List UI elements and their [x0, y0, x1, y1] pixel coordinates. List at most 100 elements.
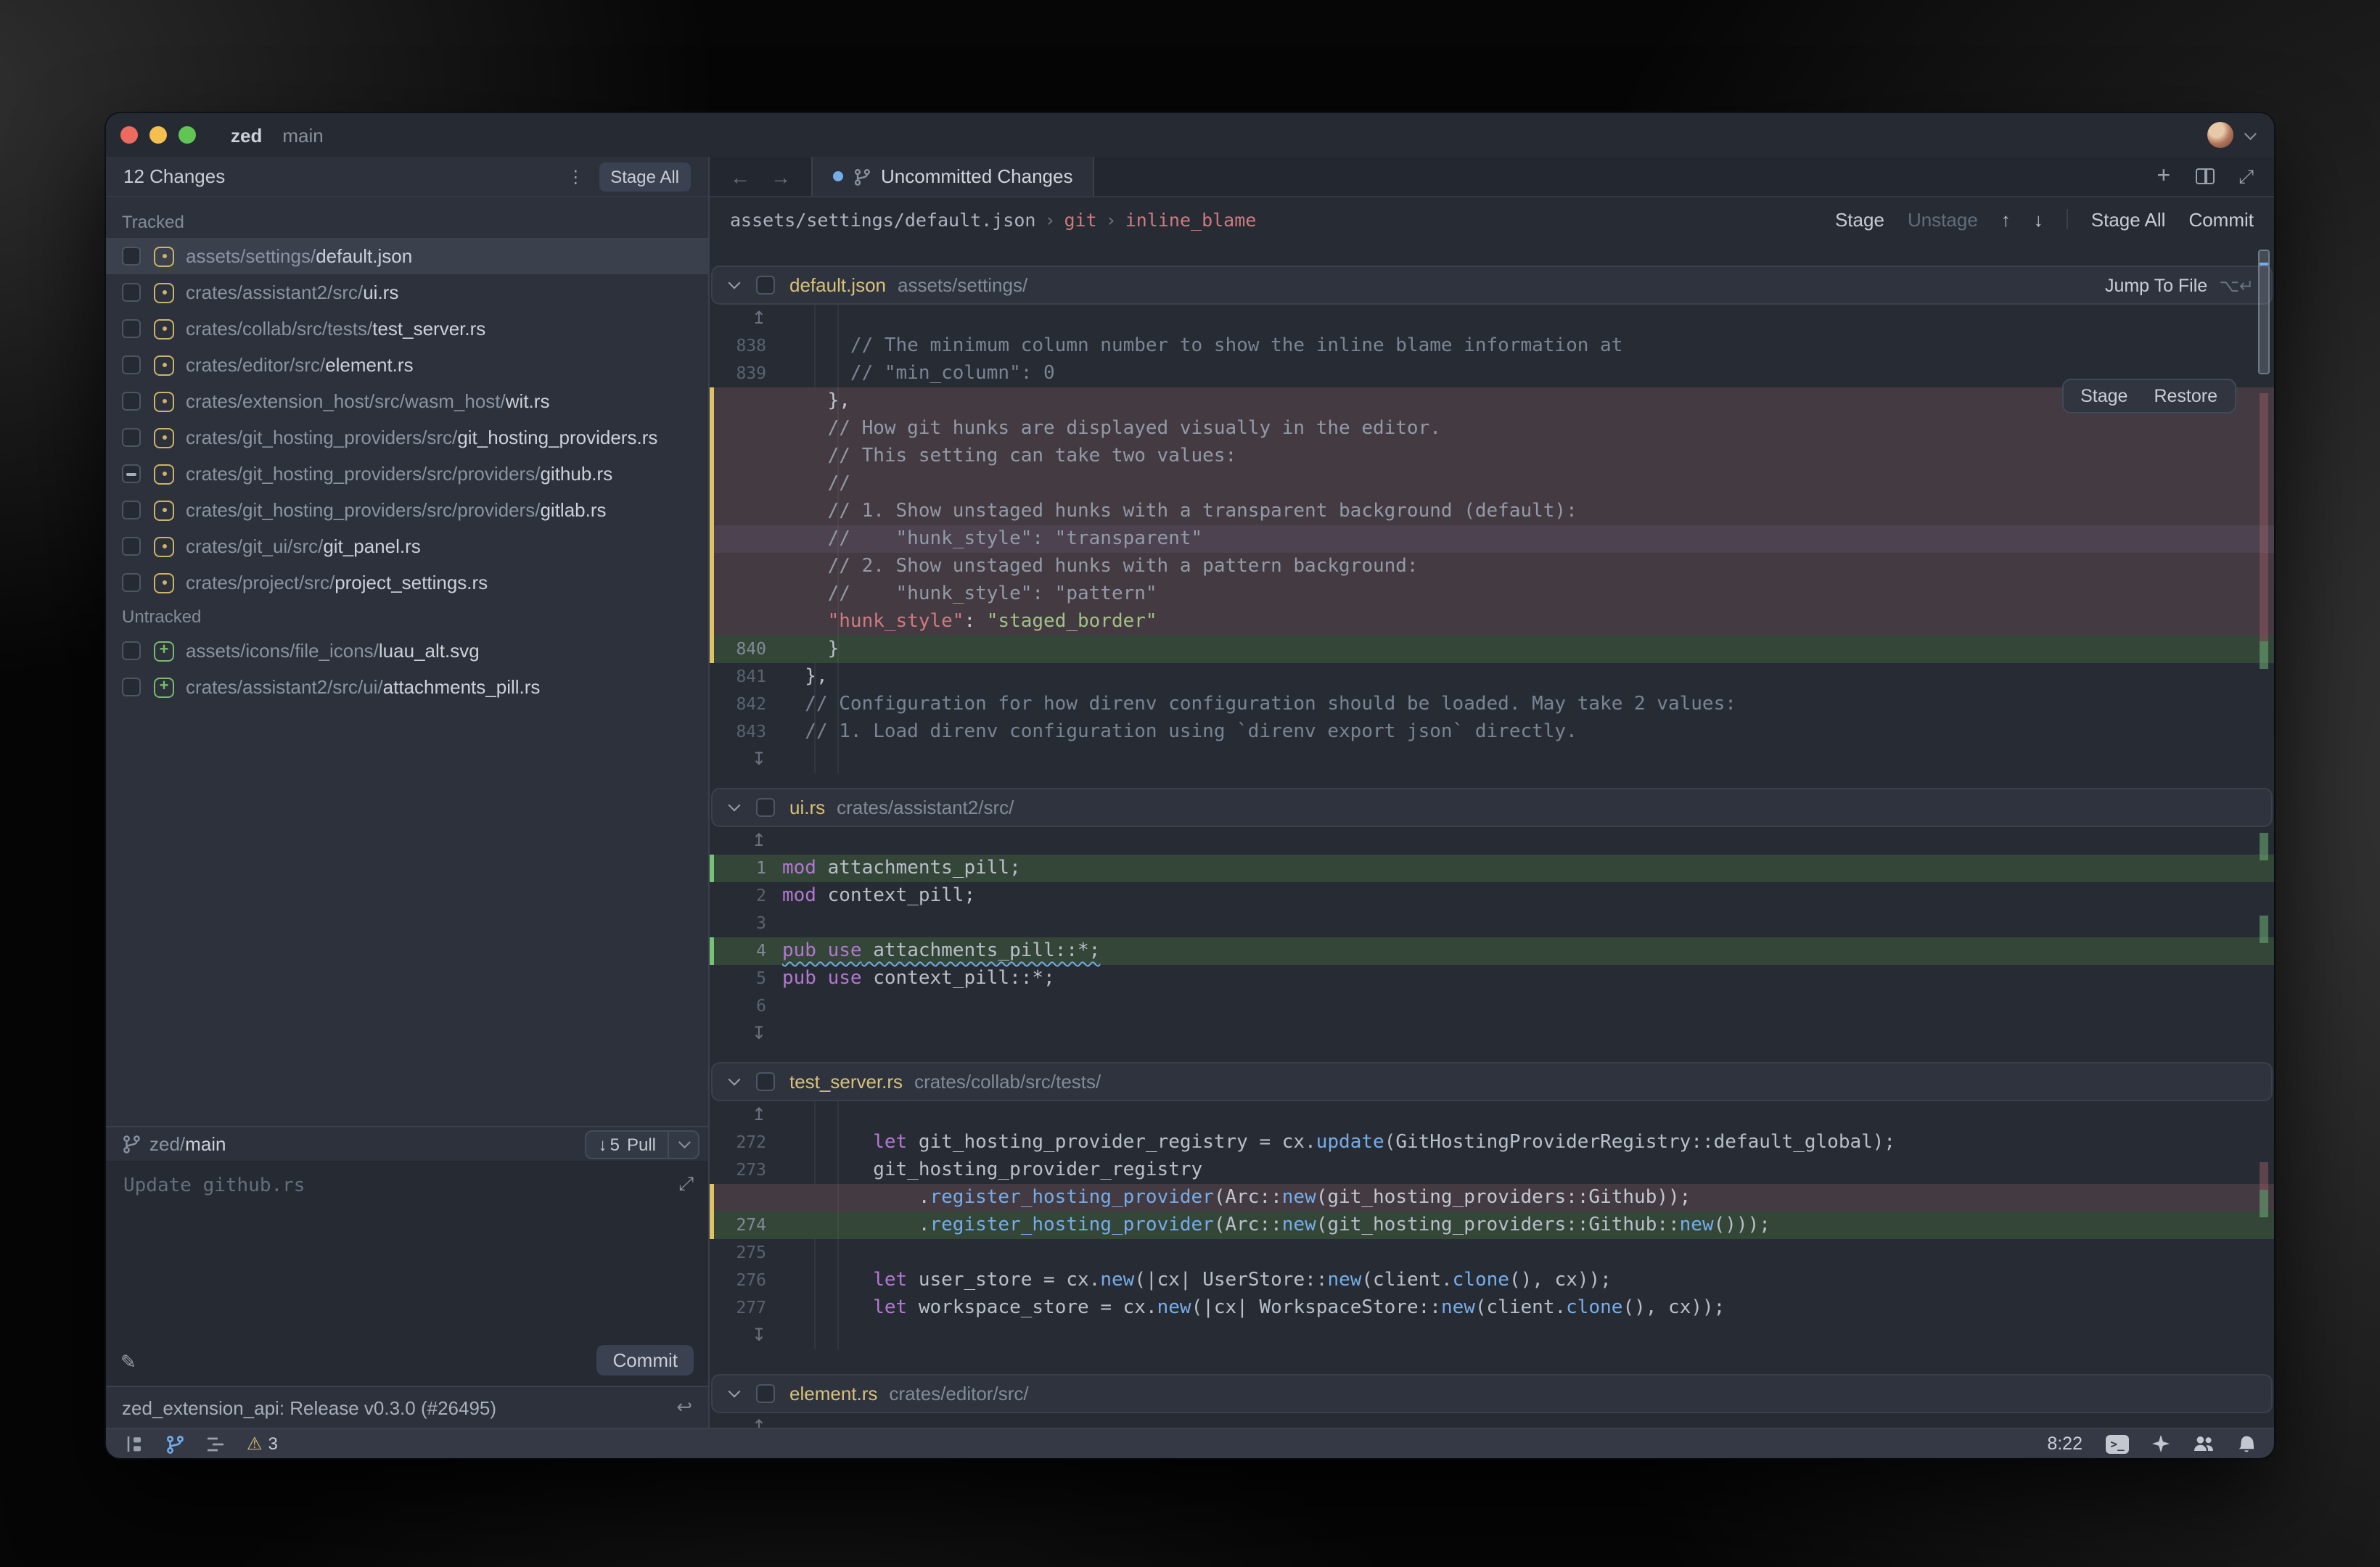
stage-button[interactable]: Stage	[1835, 208, 1884, 230]
file-row[interactable]: crates/extension_host/src/wasm_host/wit.…	[106, 383, 708, 419]
file-row[interactable]: crates/assistant2/src/ui.rs	[106, 274, 708, 310]
repo-name[interactable]: zed/	[149, 1133, 185, 1155]
navigate-back-icon[interactable]: ←	[730, 165, 750, 188]
minimize-window-button[interactable]	[149, 126, 167, 144]
unstage-button[interactable]: Unstage	[1908, 208, 1978, 230]
tab-uncommitted-changes[interactable]: Uncommitted Changes	[811, 157, 1094, 196]
chevron-down-icon[interactable]	[729, 277, 741, 289]
branch-name[interactable]: main	[185, 1133, 226, 1155]
assistant-sparkle-icon[interactable]	[2152, 1435, 2170, 1452]
expand-commit-editor-icon[interactable]: ⤢	[678, 1172, 694, 1196]
commit-button[interactable]: Commit	[596, 1345, 694, 1375]
file-checkbox[interactable]	[756, 1384, 775, 1403]
code-line[interactable]: //	[710, 470, 2274, 498]
expand-hunk-button[interactable]: ↥	[710, 827, 2274, 855]
file-row[interactable]: crates/git_hosting_providers/src/git_hos…	[106, 419, 708, 456]
prev-hunk-icon[interactable]: ↑	[2001, 208, 2011, 230]
code-line[interactable]: 5pub use context_pill::*;	[710, 965, 2274, 992]
chevron-down-icon[interactable]	[2244, 128, 2257, 140]
git-panel-toggle-icon[interactable]	[165, 1434, 184, 1453]
diagnostics-indicator[interactable]: ⚠ 3	[247, 1434, 278, 1454]
diff-file-header[interactable]: element.rs crates/editor/src/	[711, 1374, 2273, 1413]
toolbar-commit-button[interactable]: Commit	[2188, 208, 2254, 230]
code-line[interactable]: 6	[710, 992, 2274, 1020]
code-line[interactable]: 2mod context_pill;	[710, 882, 2274, 910]
code-line[interactable]: // 2. Show unstaged hunks with a pattern…	[710, 553, 2274, 580]
project-name[interactable]: zed	[231, 124, 262, 146]
more-menu-icon[interactable]: ⋮	[567, 166, 584, 186]
file-row[interactable]: crates/git_ui/src/git_panel.rs	[106, 528, 708, 564]
file-checkbox[interactable]	[122, 392, 141, 411]
collaboration-icon[interactable]	[2193, 1435, 2215, 1452]
code-line[interactable]: 275	[710, 1239, 2274, 1267]
file-checkbox[interactable]	[122, 464, 141, 483]
code-line[interactable]: "hunk_style": "staged_border"	[710, 608, 2274, 636]
file-row[interactable]: +crates/assistant2/src/ui/attachments_pi…	[106, 669, 708, 705]
code-line[interactable]: 274 .register_hosting_provider(Arc::new(…	[710, 1212, 2274, 1239]
expand-hunk-button[interactable]: ↧	[710, 1020, 2274, 1048]
file-row[interactable]: crates/collab/src/tests/test_server.rs	[106, 310, 708, 347]
code-line[interactable]: 277 let workspace_store = cx.new(|cx| Wo…	[710, 1294, 2274, 1322]
file-checkbox[interactable]	[756, 798, 775, 817]
file-checkbox[interactable]	[122, 537, 141, 556]
new-tab-icon[interactable]: +	[2157, 165, 2171, 188]
titlebar-branch-name[interactable]: main	[282, 124, 323, 146]
expand-hunk-button[interactable]: ↧	[710, 1322, 2274, 1349]
code-line[interactable]: 272 let git_hosting_provider_registry = …	[710, 1129, 2274, 1156]
toolbar-stage-all-button[interactable]: Stage All	[2091, 208, 2166, 230]
previous-commit-message[interactable]: zed_extension_api: Release v0.3.0 (#2649…	[122, 1397, 496, 1418]
file-checkbox[interactable]	[122, 247, 141, 266]
code-line[interactable]: 838 // The minimum column number to show…	[710, 332, 2274, 360]
file-row[interactable]: +assets/icons/file_icons/luau_alt.svg	[106, 633, 708, 669]
code-line[interactable]: 839 // "min_column": 0	[710, 360, 2274, 387]
code-line[interactable]: 841 },	[710, 663, 2274, 691]
diff-file-header[interactable]: ui.rs crates/assistant2/src/	[711, 788, 2273, 827]
generate-commit-message-icon[interactable]: ✎	[120, 1351, 136, 1374]
code-line[interactable]: },	[710, 387, 2274, 415]
panel-stage-all-button[interactable]: Stage All	[599, 162, 691, 191]
file-checkbox[interactable]	[122, 641, 141, 660]
diff-editor[interactable]: default.json assets/settings/ Jump To Fi…	[710, 241, 2274, 1428]
hunk-restore-button[interactable]: Restore	[2154, 386, 2217, 406]
project-panel-icon[interactable]	[125, 1434, 144, 1453]
split-pane-icon[interactable]	[2195, 168, 2214, 184]
scrollbar-thumb[interactable]	[2258, 250, 2270, 374]
code-line[interactable]: 3	[710, 910, 2274, 937]
zoom-window-button[interactable]	[178, 126, 196, 144]
code-line[interactable]: // How git hunks are displayed visually …	[710, 415, 2274, 443]
bell-icon[interactable]	[2238, 1434, 2255, 1453]
expand-hunk-button[interactable]: ↥	[710, 1413, 2274, 1428]
chevron-down-icon[interactable]	[669, 1141, 698, 1147]
scrollbar[interactable]	[2258, 247, 2270, 1422]
file-checkbox[interactable]	[756, 1072, 775, 1091]
file-row[interactable]: crates/project/src/project_settings.rs	[106, 564, 708, 601]
code-line[interactable]: 4pub use attachments_pill::*;	[710, 937, 2274, 965]
diff-file-header[interactable]: test_server.rs crates/collab/src/tests/	[711, 1062, 2273, 1101]
code-line[interactable]: 276 let user_store = cx.new(|cx| UserSto…	[710, 1267, 2274, 1294]
file-row[interactable]: crates/editor/src/element.rs	[106, 347, 708, 383]
chevron-down-icon[interactable]	[729, 1386, 741, 1398]
code-line[interactable]: // This setting can take two values:	[710, 443, 2274, 470]
file-checkbox[interactable]	[122, 283, 141, 302]
undo-commit-icon[interactable]: ↩	[676, 1396, 692, 1419]
code-line[interactable]: // "hunk_style": "pattern"	[710, 580, 2274, 608]
expand-hunk-button[interactable]: ↧	[710, 746, 2274, 773]
close-window-button[interactable]	[120, 126, 138, 144]
diff-file-header[interactable]: default.json assets/settings/ Jump To Fi…	[711, 266, 2273, 305]
navigate-forward-icon[interactable]: →	[771, 165, 791, 188]
terminal-icon[interactable]: >_	[2106, 1434, 2129, 1453]
code-line[interactable]: // 1. Show unstaged hunks with a transpa…	[710, 498, 2274, 525]
code-line[interactable]: 843 // 1. Load direnv configuration usin…	[710, 718, 2274, 746]
hunk-stage-button[interactable]: Stage	[2080, 386, 2127, 406]
file-checkbox[interactable]	[756, 276, 775, 295]
outline-panel-icon[interactable]	[206, 1436, 225, 1452]
commit-message-editor[interactable]: Update github.rs ⤢ ✎ Commit	[106, 1161, 708, 1386]
file-row[interactable]: crates/git_hosting_providers/src/provide…	[106, 492, 708, 528]
code-line[interactable]: // "hunk_style": "transparent"	[710, 525, 2274, 553]
pull-button[interactable]: ↓5Pull	[586, 1130, 699, 1159]
code-line[interactable]: 840 }	[710, 636, 2274, 663]
user-avatar[interactable]	[2207, 122, 2233, 148]
code-line[interactable]: .register_hosting_provider(Arc::new(git_…	[710, 1184, 2274, 1212]
file-checkbox[interactable]	[122, 501, 141, 519]
file-row[interactable]: crates/git_hosting_providers/src/provide…	[106, 456, 708, 492]
